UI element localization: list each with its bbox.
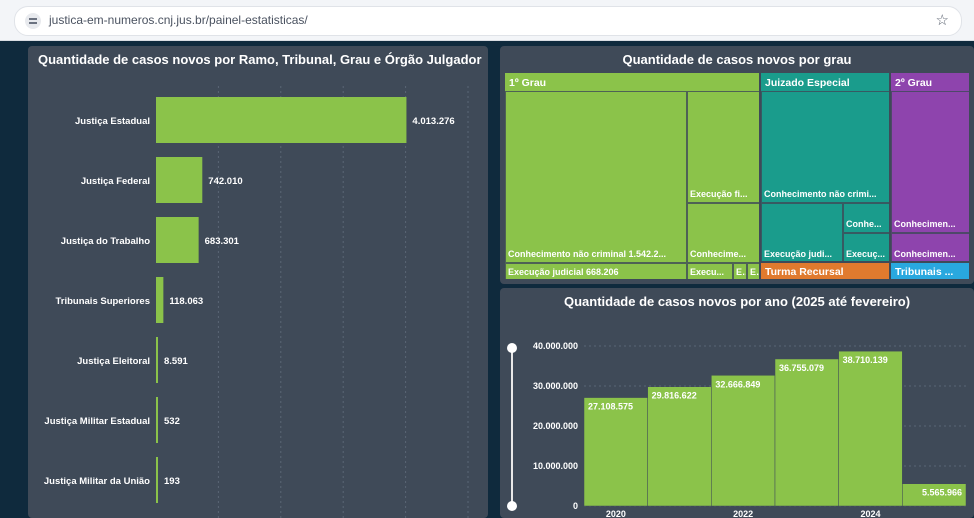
bar[interactable] bbox=[156, 277, 164, 323]
treemap-cell[interactable]: Execuç... bbox=[843, 233, 889, 261]
treemap-group[interactable]: Juizado Especial Conhecimento não crimi..… bbox=[760, 72, 890, 262]
treemap-group[interactable]: 2º Grau Conhecimen... Conhecimen... bbox=[890, 72, 970, 262]
bar[interactable] bbox=[156, 157, 203, 203]
treemap-cell[interactable]: Conhecimen... bbox=[891, 91, 969, 233]
treemap-cell[interactable]: Execução judi... bbox=[761, 203, 843, 261]
category-label: Justiça Eleitoral bbox=[77, 356, 150, 367]
bar[interactable] bbox=[156, 397, 158, 443]
category-label: Justiça Federal bbox=[81, 176, 150, 187]
treemap-cell-label: Execução judi... bbox=[764, 249, 833, 259]
browser-bar: justica-em-numeros.cnj.jus.br/painel-est… bbox=[0, 0, 974, 41]
y-tick-label: 20.000.000 bbox=[533, 421, 578, 431]
value-label: 36.755.079 bbox=[779, 363, 824, 373]
treemap-group[interactable]: 1º Grau Conhecimento não criminal 1.542.2… bbox=[504, 72, 760, 280]
treemap-cell-label: E... bbox=[736, 267, 746, 277]
bar-chart-panel: Quantidade de casos novos por Ramo, Trib… bbox=[28, 46, 488, 518]
site-settings-icon[interactable] bbox=[25, 13, 41, 29]
bar[interactable] bbox=[156, 457, 158, 503]
treemap-cell[interactable]: Conhecimento não crimi... bbox=[761, 91, 889, 203]
treemap-panel: Quantidade de casos novos por grau 1º Gr… bbox=[500, 46, 974, 284]
treemap-group-label: Tribunais ... bbox=[895, 266, 954, 278]
x-tick-label: 2020 bbox=[606, 509, 626, 518]
value-label: 8.591 bbox=[164, 356, 188, 367]
treemap-cell[interactable]: Conhecimen... bbox=[891, 233, 969, 261]
value-label: 118.063 bbox=[169, 296, 203, 307]
address-bar[interactable]: justica-em-numeros.cnj.jus.br/painel-est… bbox=[14, 6, 962, 36]
treemap-group-label: 2º Grau bbox=[895, 77, 933, 89]
bar[interactable] bbox=[156, 337, 158, 383]
treemap-cell-label: Conhe... bbox=[846, 219, 882, 229]
treemap-cell-label: Conhecime... bbox=[690, 249, 747, 259]
year-chart: 0 10.000.000 20.000.000 30.000.000 40.000.00… bbox=[507, 341, 967, 518]
category-label: Tribunais Superiores bbox=[56, 296, 151, 307]
category-label: Justiça do Trabalho bbox=[61, 236, 150, 247]
value-label: 27.108.575 bbox=[588, 402, 633, 412]
x-tick-label: 2022 bbox=[733, 509, 753, 518]
x-tick-label: 2024 bbox=[860, 509, 880, 518]
treemap-cell[interactable]: Conhecime... bbox=[687, 203, 759, 263]
y-tick-label: 30.000.000 bbox=[533, 381, 578, 391]
category-label: Justiça Militar Estadual bbox=[44, 416, 150, 427]
y-tick-label: 40.000.000 bbox=[533, 341, 578, 351]
treemap-cell[interactable]: E... bbox=[747, 263, 759, 279]
value-label: 532 bbox=[164, 416, 180, 427]
bar[interactable] bbox=[156, 97, 407, 143]
treemap-cell-label: Conhecimento não crimi... bbox=[764, 189, 877, 199]
treemap-cell[interactable]: Execu... bbox=[687, 263, 733, 279]
value-label: 29.816.622 bbox=[652, 391, 697, 401]
treemap-cell-label: Conhecimen... bbox=[894, 249, 956, 259]
treemap-cell[interactable]: E... bbox=[733, 263, 747, 279]
treemap-cell[interactable]: Execução judicial 668.206 bbox=[505, 263, 687, 279]
treemap-cell-label: E... bbox=[750, 267, 759, 277]
year-chart-panel: Quantidade de casos novos por ano (2025 … bbox=[500, 288, 974, 518]
treemap-cell-label: Execução judicial 668.206 bbox=[508, 267, 619, 277]
treemap-group-label: Turma Recursal bbox=[765, 266, 844, 278]
treemap-group-label: Juizado Especial bbox=[765, 77, 850, 89]
treemap-group[interactable]: Tribunais ... bbox=[890, 262, 970, 280]
category-label: Justiça Estadual bbox=[75, 116, 150, 127]
value-label: 5.565.966 bbox=[922, 488, 962, 498]
y-tick-label: 0 bbox=[573, 501, 578, 511]
treemap-cell[interactable]: Conhecimento não criminal 1.542.2... bbox=[505, 91, 687, 263]
treemap-cell-label: Conhecimento não criminal 1.542.2... bbox=[508, 249, 667, 259]
year-bar[interactable] bbox=[711, 375, 776, 507]
treemap-cell[interactable]: Conhe... bbox=[843, 203, 889, 233]
treemap-cell-label: Execu... bbox=[690, 267, 725, 277]
url-text[interactable]: justica-em-numeros.cnj.jus.br/painel-est… bbox=[49, 13, 308, 27]
bar[interactable] bbox=[156, 217, 199, 263]
bookmark-star-icon[interactable]: ☆ bbox=[936, 11, 949, 29]
slider-handle-bottom[interactable] bbox=[507, 501, 517, 511]
value-label: 193 bbox=[164, 476, 180, 487]
slider-handle-top[interactable] bbox=[507, 343, 517, 353]
treemap-cell-label: Execução fi... bbox=[690, 189, 748, 199]
treemap-group-label: 1º Grau bbox=[509, 77, 547, 89]
value-label: 32.666.849 bbox=[715, 379, 760, 389]
treemap-cell[interactable]: Execução fi... bbox=[687, 91, 759, 203]
year-bar[interactable] bbox=[774, 358, 839, 507]
treemap-cell-label: Conhecimen... bbox=[894, 219, 956, 229]
year-bar[interactable] bbox=[583, 397, 648, 507]
treemap-title: Quantidade de casos novos por grau bbox=[622, 52, 852, 67]
value-label: 4.013.276 bbox=[412, 116, 454, 127]
category-label: Justiça Militar da União bbox=[44, 476, 150, 487]
year-bar[interactable] bbox=[838, 350, 903, 507]
y-tick-label: 10.000.000 bbox=[533, 461, 578, 471]
value-label: 742.010 bbox=[208, 176, 242, 187]
value-label: 683.301 bbox=[205, 236, 240, 247]
treemap: 1º Grau Conhecimento não criminal 1.542.2… bbox=[504, 72, 970, 280]
treemap-cell-label: Execuç... bbox=[846, 249, 886, 259]
value-label: 38.710.139 bbox=[843, 355, 888, 365]
treemap-group[interactable]: Turma Recursal bbox=[760, 262, 890, 280]
bar-chart: Justiça Estadual 4.013.276 Justiça Federal… bbox=[44, 86, 469, 518]
year-bar[interactable] bbox=[647, 386, 712, 507]
